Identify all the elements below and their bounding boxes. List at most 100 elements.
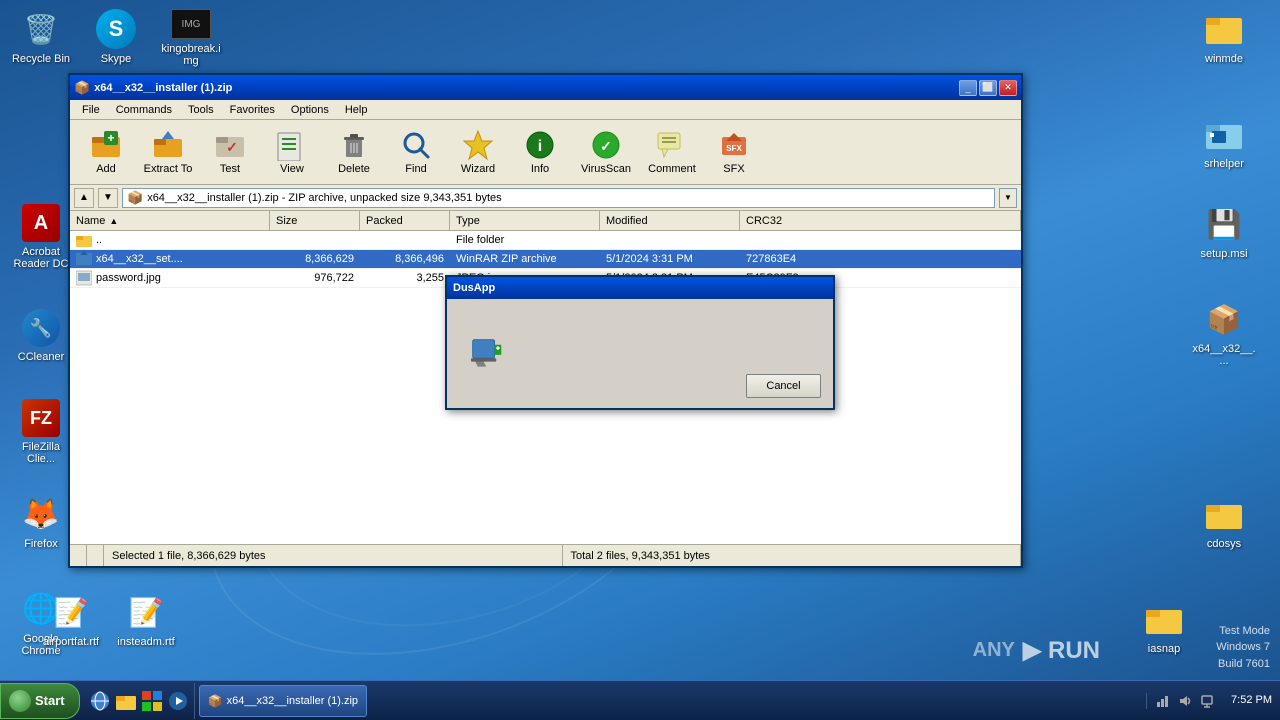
winmde-icon	[1204, 9, 1244, 49]
taskbar-ie-icon[interactable]	[88, 689, 112, 713]
toolbar-wizard[interactable]: Wizard	[448, 123, 508, 181]
system-clock[interactable]: 7:52 PM	[1223, 693, 1280, 708]
desktop-icon-recycle-bin[interactable]: 🗑️ Recycle Bin	[5, 5, 77, 69]
desktop-icon-setup-msi[interactable]: 💾 setup.msi	[1188, 200, 1260, 264]
toolbar-virusscan[interactable]: ✓ VirusScan	[572, 123, 640, 181]
taskbar-folder-icon[interactable]	[114, 689, 138, 713]
add-icon: +	[90, 129, 122, 161]
taskbar-windows-icon[interactable]	[140, 689, 164, 713]
close-button[interactable]: ✕	[999, 80, 1017, 96]
anyrun-logo: ANY ▶ RUN	[973, 636, 1100, 665]
dusapp-dialog: DusApp Cancel	[445, 275, 835, 410]
menu-options[interactable]: Options	[283, 102, 337, 118]
desktop-icon-winmde[interactable]: winmde	[1188, 5, 1260, 69]
recycle-bin-label: Recycle Bin	[9, 53, 73, 65]
toolbar-sfx-label: SFX	[723, 163, 744, 175]
dialog-body	[459, 311, 515, 396]
ccleaner-icon: 🔧	[22, 309, 60, 347]
toolbar-delete[interactable]: Delete	[324, 123, 384, 181]
file-packed-cell: 8,366,496	[360, 252, 450, 266]
skype-icon: S	[96, 9, 136, 49]
dialog-processing-icon	[471, 338, 503, 370]
toolbar-find[interactable]: Find	[386, 123, 446, 181]
nav-up-button[interactable]: ▲	[74, 188, 94, 208]
tray-network-icon[interactable]	[1155, 693, 1171, 709]
toolbar-info[interactable]: i Info	[510, 123, 570, 181]
desktop-icon-insteadm[interactable]: 📝 insteadm.rtf	[110, 588, 182, 652]
col-header-crc32[interactable]: CRC32	[740, 211, 1021, 230]
start-button[interactable]: Start	[0, 683, 80, 719]
x64installer-icon: 📦	[1204, 299, 1244, 339]
col-header-modified[interactable]: Modified	[600, 211, 740, 230]
file-name-cell: ..	[70, 232, 270, 248]
firefox-icon: 🦊	[21, 494, 61, 534]
desktop-icon-firefox[interactable]: 🦊 Firefox	[5, 490, 77, 554]
menu-commands[interactable]: Commands	[108, 102, 180, 118]
desktop-icon-acrobat[interactable]: A Acrobat Reader DC	[5, 200, 77, 274]
file-size-cell: 8,366,629	[270, 252, 360, 266]
table-row[interactable]: .. File folder	[70, 231, 1021, 250]
desktop-icon-x64installer[interactable]: 📦 x64__x32__....	[1188, 295, 1260, 371]
col-header-size[interactable]: Size	[270, 211, 360, 230]
file-size-cell: 976,722	[270, 271, 360, 285]
winrar-title: 📦 x64__x32__installer (1).zip	[74, 80, 232, 96]
address-bar: ▲ ▼ 📦 x64__x32__installer (1).zip - ZIP …	[70, 185, 1021, 211]
col-header-type[interactable]: Type	[450, 211, 600, 230]
status-right: Total 2 files, 9,343,351 bytes	[563, 545, 1022, 566]
file-modified-cell	[600, 239, 740, 241]
menu-help[interactable]: Help	[337, 102, 376, 118]
window-controls: _ ⬜ ✕	[959, 80, 1017, 96]
srhelper-label: srhelper	[1192, 158, 1256, 170]
toolbar-add[interactable]: + Add	[76, 123, 136, 181]
desktop-icon-airportfat[interactable]: 📝 airportfat.rtf	[35, 588, 107, 652]
address-text: x64__x32__installer (1).zip - ZIP archiv…	[147, 192, 501, 204]
toolbar-sfx[interactable]: SFX SFX	[704, 123, 764, 181]
minimize-button[interactable]: _	[959, 80, 977, 96]
table-row[interactable]: x64__x32__set.... 8,366,629 8,366,496 Wi…	[70, 250, 1021, 269]
address-dropdown[interactable]: ▼	[999, 188, 1017, 208]
iasnap-icon	[1144, 599, 1184, 639]
svg-text:SFX: SFX	[726, 144, 742, 153]
cancel-label: Cancel	[766, 380, 800, 392]
clock-time: 7:52 PM	[1231, 693, 1272, 708]
toolbar-extract[interactable]: Extract To	[138, 123, 198, 181]
col-header-name[interactable]: Name ▲	[70, 211, 270, 230]
system-tray	[1146, 693, 1223, 709]
cancel-button[interactable]: Cancel	[746, 374, 821, 398]
toolbar-view[interactable]: View	[262, 123, 322, 181]
toolbar-test[interactable]: ✓ Test	[200, 123, 260, 181]
tray-action-center-icon[interactable]	[1199, 693, 1215, 709]
toolbar-extract-label: Extract To	[144, 163, 193, 175]
restore-button[interactable]: ⬜	[979, 80, 997, 96]
desktop-icon-iasnap[interactable]: iasnap	[1128, 595, 1200, 659]
desktop-icon-filezilla[interactable]: FZ FileZilla Clie...	[5, 395, 77, 469]
menu-favorites[interactable]: Favorites	[222, 102, 283, 118]
desktop-icon-kingobreak[interactable]: IMG kingobreak.img	[155, 5, 227, 71]
dialog-title: DusApp	[453, 282, 495, 294]
toolbar-comment[interactable]: Comment	[642, 123, 702, 181]
virusscan-icon: ✓	[590, 129, 622, 161]
winmde-label: winmde	[1192, 53, 1256, 65]
kingobreak-icon: IMG	[171, 9, 211, 39]
taskbar-winrar-item[interactable]: 📦 x64__x32__installer (1).zip	[199, 685, 367, 717]
desktop-icon-skype[interactable]: S Skype	[80, 5, 152, 69]
file-type-cell: File folder	[450, 233, 600, 247]
taskbar-media-icon[interactable]	[166, 689, 190, 713]
view-icon	[276, 129, 308, 161]
dialog-titlebar: DusApp	[447, 277, 833, 299]
menu-bar: File Commands Tools Favorites Options He…	[70, 100, 1021, 120]
menu-file[interactable]: File	[74, 102, 108, 118]
col-header-packed[interactable]: Packed	[360, 211, 450, 230]
toolbar: + Add Extract To	[70, 120, 1021, 185]
desktop-icon-ccleaner[interactable]: 🔧 CCleaner	[5, 305, 77, 367]
menu-tools[interactable]: Tools	[180, 102, 222, 118]
x64installer-label: x64__x32__....	[1192, 343, 1256, 367]
address-input[interactable]: 📦 x64__x32__installer (1).zip - ZIP arch…	[122, 188, 995, 208]
desktop-icon-cdosys[interactable]: cdosys	[1188, 490, 1260, 554]
desktop-icon-srhelper[interactable]: srhelper	[1188, 110, 1260, 174]
acrobat-icon: A	[22, 204, 60, 242]
tray-sound-icon[interactable]	[1177, 693, 1193, 709]
info-icon: i	[524, 129, 556, 161]
find-icon	[400, 129, 432, 161]
nav-history-button[interactable]: ▼	[98, 188, 118, 208]
